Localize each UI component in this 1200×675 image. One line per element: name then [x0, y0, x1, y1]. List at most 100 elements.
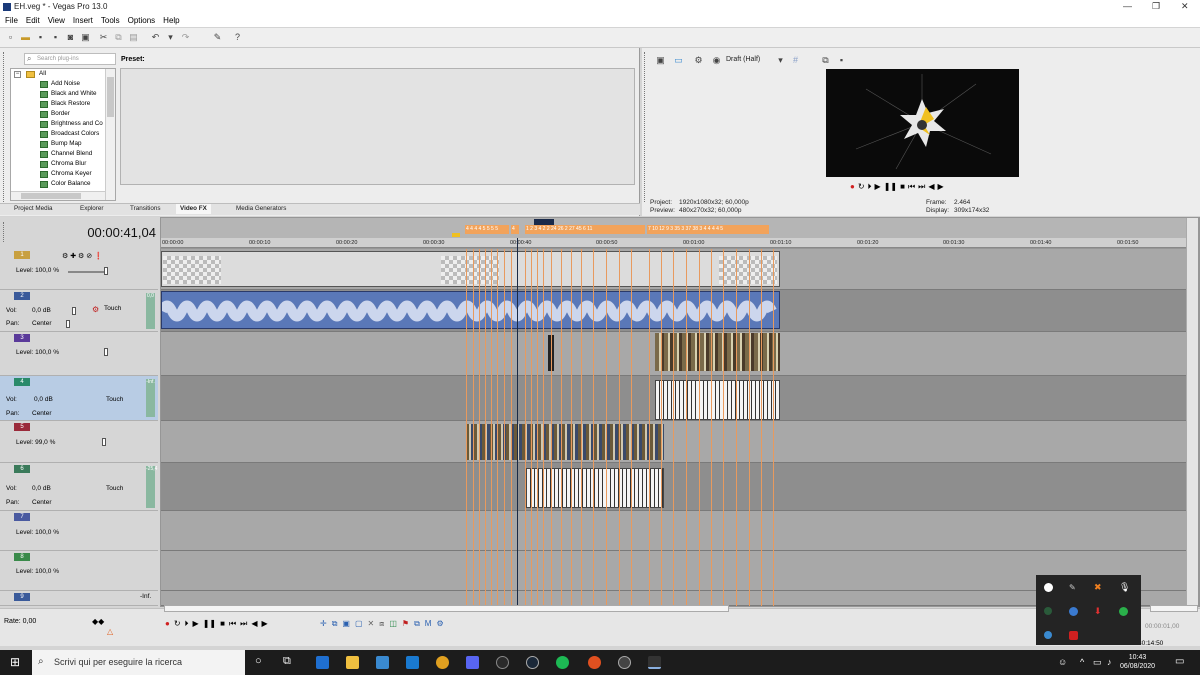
marker-flag[interactable]: 4 4 4 4 5 5 5 5	[465, 225, 509, 234]
steam-tray-icon[interactable]	[1069, 607, 1078, 616]
tab-explorer[interactable]: Explorer	[76, 204, 107, 214]
pause-icon[interactable]: ❚❚	[884, 182, 897, 192]
prev-frame-icon[interactable]: ◀	[928, 182, 934, 192]
hscrollbar-thumb[interactable]	[21, 193, 81, 199]
properties-icon[interactable]: ▣	[80, 32, 91, 43]
undo-dropdown-icon[interactable]: ▾	[165, 32, 176, 43]
cut-icon[interactable]: ✂	[98, 32, 109, 43]
open-icon[interactable]: ▬	[20, 32, 31, 43]
rate-slider-icon[interactable]: ◆◆	[92, 617, 104, 626]
copy-icon[interactable]: ⧉	[113, 32, 124, 43]
edit-tool-icon[interactable]: ✎	[212, 32, 223, 43]
marker-flag[interactable]: 4	[511, 225, 519, 234]
play-icon[interactable]: ▶	[875, 182, 881, 192]
scrollbar-thumb[interactable]	[107, 77, 114, 117]
play-icon[interactable]: ▶	[193, 619, 199, 629]
tray-app-icon[interactable]	[1044, 631, 1052, 639]
track-lanes[interactable]	[161, 249, 1186, 606]
save-icon[interactable]: ▪	[35, 32, 46, 43]
tree-item[interactable]: Chroma Keyer	[51, 169, 92, 179]
collapse-icon[interactable]: −	[14, 71, 21, 78]
split-icon[interactable]: ◫	[389, 619, 397, 629]
steam-icon[interactable]	[526, 656, 539, 669]
tree-item[interactable]: Add Noise	[51, 79, 80, 89]
help-icon[interactable]: ?	[232, 32, 243, 43]
paste-icon[interactable]: ▤	[128, 32, 139, 43]
taskbar-clock[interactable]: 10:43 06/08/2020	[1120, 653, 1155, 671]
automation-mode[interactable]: Touch	[104, 305, 121, 312]
play-start-icon[interactable]: ⏵	[185, 619, 189, 629]
minimize-icon[interactable]: —	[1123, 1, 1132, 11]
network-icon[interactable]: ▭	[1093, 657, 1102, 668]
menu-tools[interactable]: Tools	[101, 14, 120, 27]
tray-app-icon[interactable]	[1119, 607, 1128, 616]
external-monitor-icon[interactable]: ▭	[673, 55, 684, 66]
fx-icon[interactable]: ⚙	[693, 55, 704, 66]
file-explorer-icon[interactable]	[346, 656, 359, 669]
track-header[interactable]: 5 Level: 99,0 %	[0, 421, 158, 463]
save-as-icon[interactable]: ▪	[50, 32, 61, 43]
close-icon[interactable]: ✕	[1181, 1, 1189, 12]
auto-ripple-icon[interactable]: M	[425, 619, 432, 629]
next-frame-icon[interactable]: ▶	[262, 619, 268, 629]
track-header[interactable]: 4 Vol: 0,0 dB Pan: Center Touch -Inf.	[0, 376, 158, 421]
tree-hscrollbar[interactable]	[11, 191, 105, 200]
tray-expand-icon[interactable]: ^	[1080, 657, 1084, 667]
envelope-tool-icon[interactable]: ⧉	[332, 619, 338, 629]
tree-scrollbar[interactable]	[105, 69, 115, 200]
in-point-icon[interactable]	[452, 233, 460, 237]
menu-options[interactable]: Options	[128, 14, 156, 27]
play-start-icon[interactable]: ⏵	[868, 182, 872, 192]
track-header[interactable]: 3 Level: 100,0 %	[0, 332, 158, 376]
tree-item[interactable]: Color Balance	[51, 179, 91, 189]
panel-grip[interactable]	[3, 222, 6, 242]
zoom-tool-icon[interactable]: ▢	[355, 619, 363, 629]
tab-transitions[interactable]: Transitions	[126, 204, 165, 214]
menu-insert[interactable]: Insert	[73, 14, 93, 27]
store-icon[interactable]	[376, 656, 389, 669]
menu-edit[interactable]: Edit	[26, 14, 40, 27]
timeline-icon[interactable]: ⧉	[283, 655, 291, 668]
go-end-icon[interactable]: ⏭	[240, 619, 247, 629]
tree-item[interactable]: Brightness and Co	[51, 119, 103, 129]
delete-icon[interactable]: ✕	[368, 619, 375, 629]
tab-media-generators[interactable]: Media Generators	[232, 204, 290, 214]
loop-region[interactable]	[534, 219, 554, 225]
tab-project-media[interactable]: Project Media	[10, 204, 57, 214]
track-controls-icon[interactable]: ⚙ ✚ ⚙ ⊘ ❗	[62, 252, 103, 260]
go-start-icon[interactable]: ⏮	[229, 619, 236, 629]
edge-icon[interactable]	[316, 656, 329, 669]
snapping-icon[interactable]: ⧉	[414, 619, 420, 629]
menu-file[interactable]: File	[5, 14, 18, 27]
record-icon[interactable]: ●	[165, 619, 170, 629]
notifications-icon[interactable]: ▭	[1175, 656, 1184, 667]
tray-app-icon[interactable]	[1044, 583, 1053, 592]
chrome-icon[interactable]	[436, 656, 449, 669]
automation-mode[interactable]: Touch	[106, 485, 123, 492]
tree-item[interactable]: Border	[51, 109, 70, 119]
level-slider-knob[interactable]	[102, 438, 106, 446]
plugin-tree[interactable]: − All Add Noise Black and White Black Re…	[10, 68, 116, 201]
zoom-controls[interactable]	[1150, 605, 1198, 612]
app-icon[interactable]	[588, 656, 601, 669]
record-icon[interactable]: ●	[850, 182, 855, 192]
task-view-icon[interactable]: ○	[255, 655, 262, 667]
track-header[interactable]: 2 Vol: 0,0 dB Pan: Center Touch ⚙ 0,0	[0, 290, 158, 332]
spotify-icon[interactable]	[556, 656, 569, 669]
tray-app-icon[interactable]: ✎	[1069, 583, 1076, 592]
marker-flag[interactable]: 1 2 3 4 2 2 24 26 2 27 45 6 11	[525, 225, 645, 234]
menu-view[interactable]: View	[48, 14, 65, 27]
redo-icon[interactable]: ↷	[180, 32, 191, 43]
selection-tool-icon[interactable]: ▣	[342, 619, 350, 629]
level-slider-knob[interactable]	[104, 267, 108, 275]
stop-icon[interactable]: ■	[900, 182, 905, 192]
preview-properties-icon[interactable]: ▣	[655, 55, 666, 66]
tree-item[interactable]: All	[39, 69, 46, 79]
tree-item[interactable]: Channel Blend	[51, 149, 92, 159]
go-start-icon[interactable]: ⏮	[908, 182, 915, 192]
video-clip[interactable]	[526, 468, 664, 508]
undo-icon[interactable]: ↶	[150, 32, 161, 43]
automation-mode[interactable]: Touch	[106, 396, 123, 403]
discord-icon[interactable]	[466, 656, 479, 669]
vol-slider-knob[interactable]	[72, 307, 76, 315]
